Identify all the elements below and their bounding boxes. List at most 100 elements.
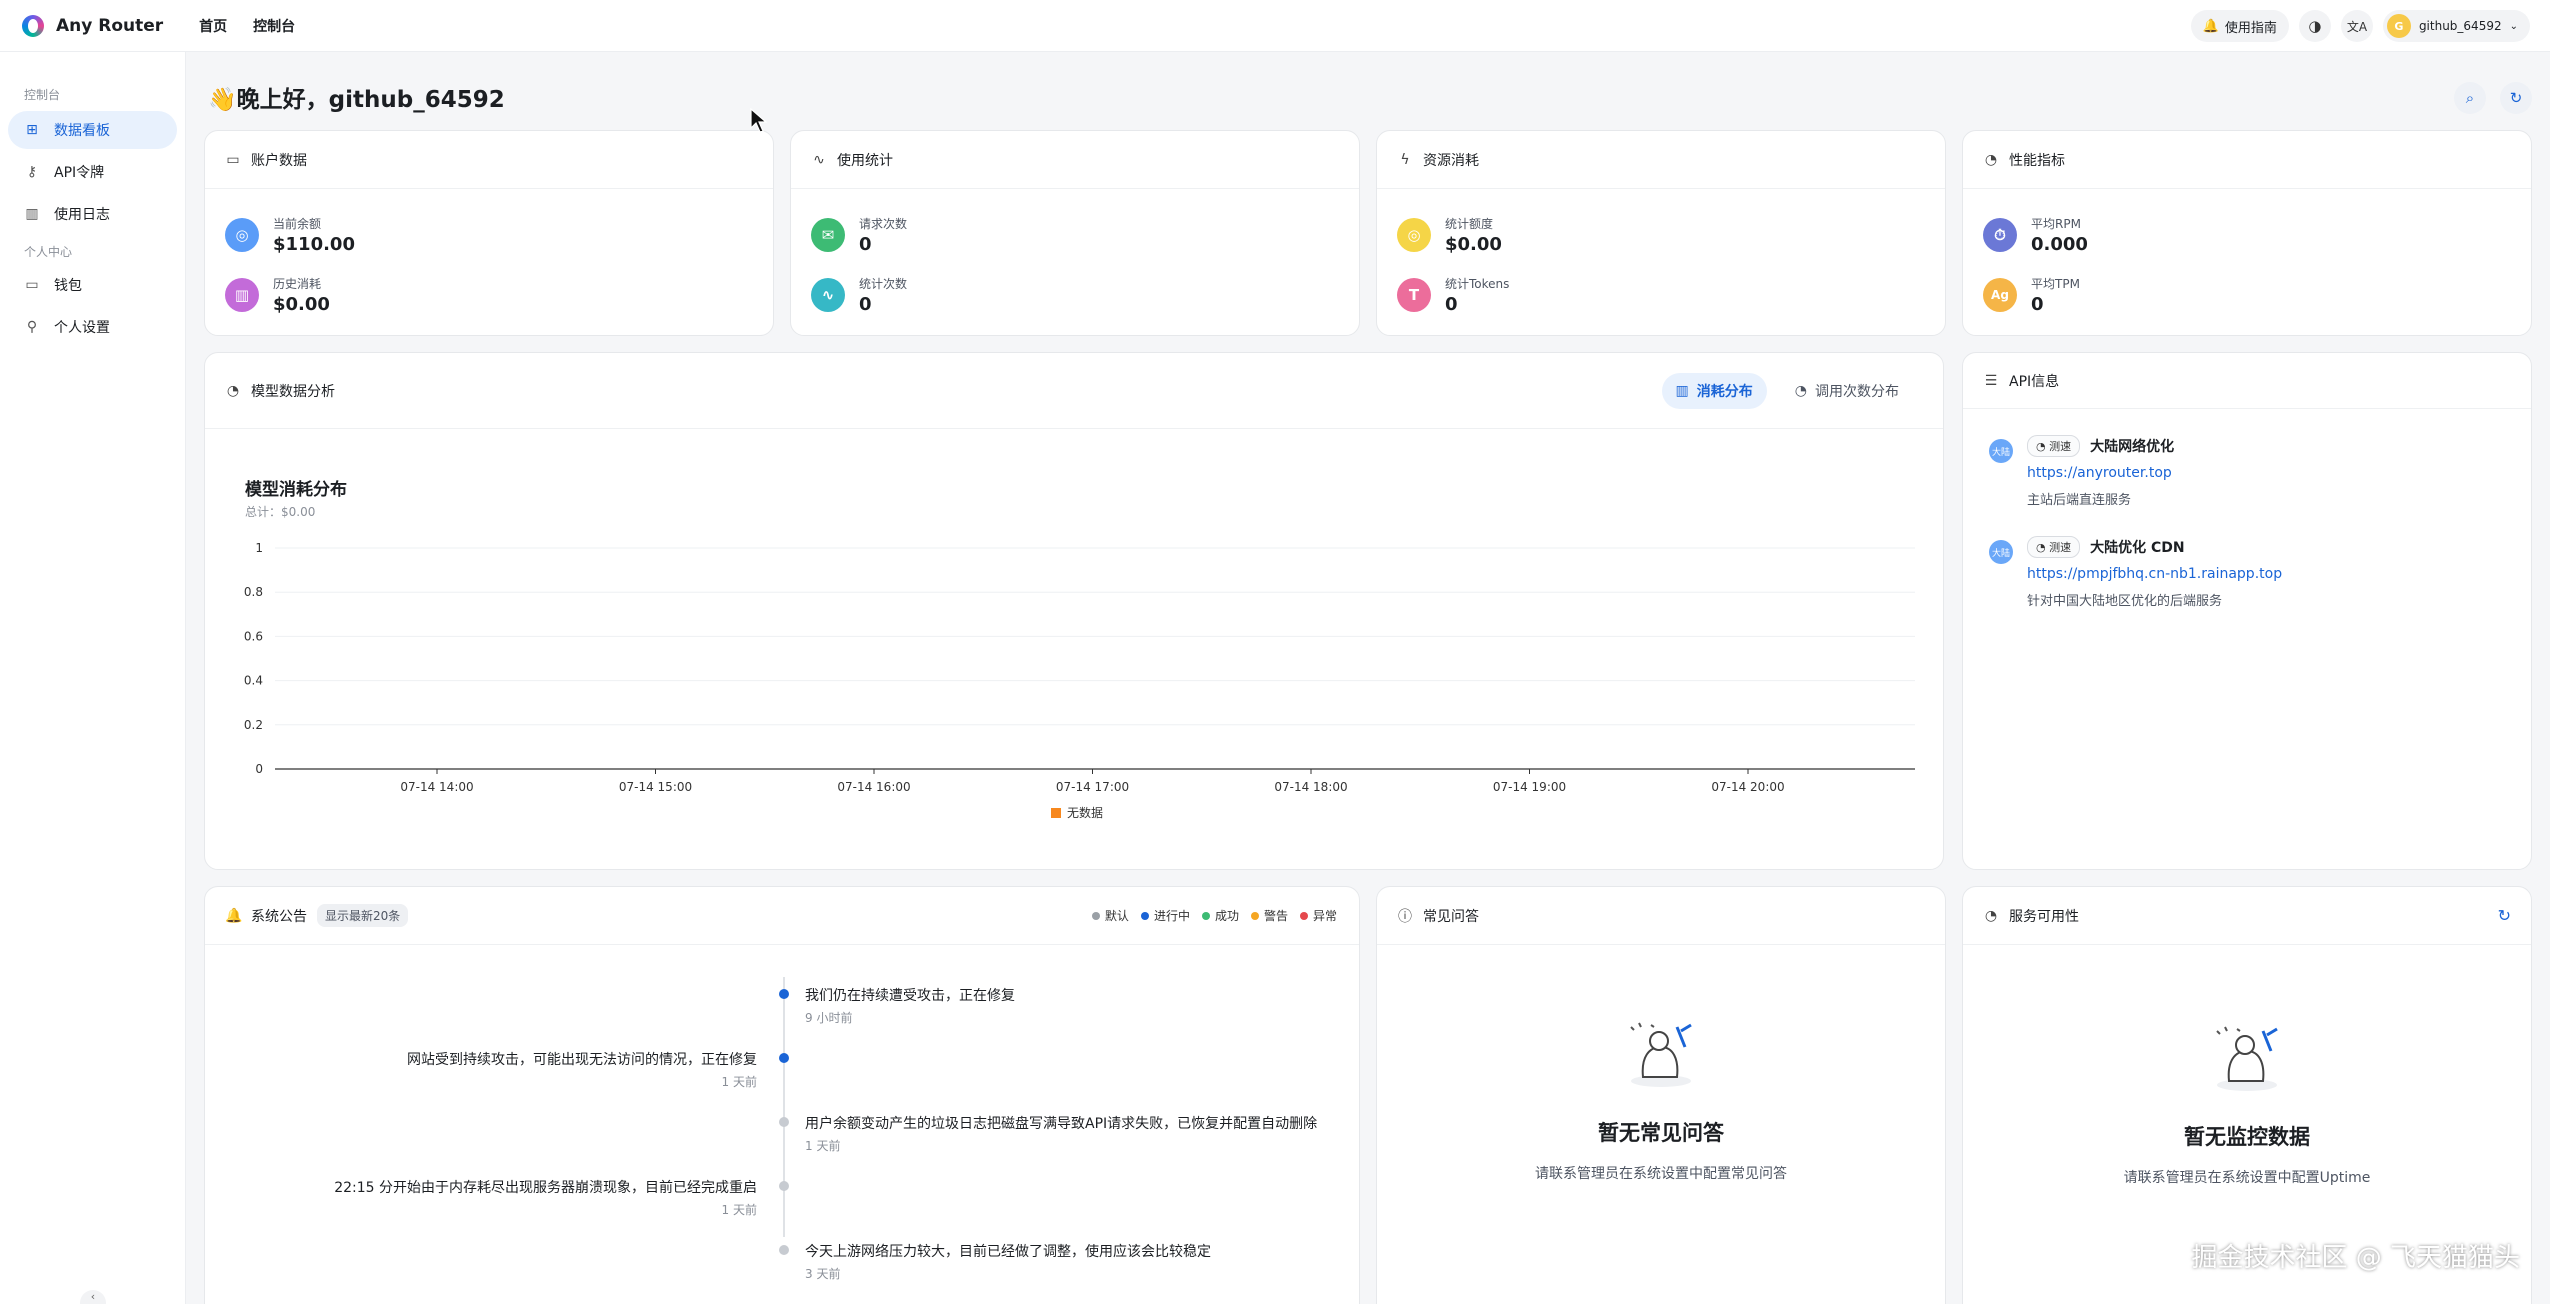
stat-value: $0.00 <box>273 294 330 315</box>
api-name: 大陆网络优化 <box>2090 439 2175 455</box>
bell-icon: 🔔 <box>2202 18 2219 34</box>
stat-value: $110.00 <box>273 234 355 255</box>
consumption-chart: 0 0.2 0.4 0.6 0.8 1 07-14 14:00 07-14 15:00 07-1… <box>244 541 1915 820</box>
chevron-left-icon: ‹ <box>90 1290 96 1303</box>
api-description: 针对中国大陆地区优化的后端服务 <box>2027 594 2223 609</box>
empty-illustration-icon <box>1630 1022 1692 1087</box>
x-tick-label: 07-14 20:00 <box>1711 780 1784 794</box>
greeting-actions: ⌕ ↻ <box>2454 82 2532 114</box>
card-header: ϟ 资源消耗 <box>1377 131 1945 189</box>
performance-card: ◔ 性能指标 ⏱ 平均RPM 0.000 Ag 平均TPM 0 <box>1962 130 2532 336</box>
language-button[interactable]: 文A <box>2340 10 2373 42</box>
y-tick-label: 0.6 <box>244 629 263 643</box>
legend-success: 成功 <box>1201 907 1239 924</box>
nav-console[interactable]: 控制台 <box>253 16 295 36</box>
y-tick-label: 1 <box>255 541 263 555</box>
sidebar-item-wallet[interactable]: ▭ 钱包 <box>8 266 177 304</box>
speed-label: 测速 <box>2049 440 2072 453</box>
activity-icon: ∿ <box>813 151 825 168</box>
stat-label: 统计次数 <box>859 277 908 291</box>
theme-toggle-button[interactable]: ◑ <box>2298 10 2331 42</box>
bar-chart-icon: ▥ <box>225 278 259 312</box>
faq-empty-state: 暂无常见问答 请联系管理员在系统设置中配置常见问答 <box>1377 1017 1945 1183</box>
api-url-link[interactable]: https://anyrouter.top <box>2027 465 2174 481</box>
mouse-cursor-icon <box>750 108 768 133</box>
stat-value: 0 <box>2031 294 2044 315</box>
legend-label: 无数据 <box>1067 805 1103 820</box>
greeting: 👋晚上好，github_64592 <box>208 87 505 113</box>
empty-subtitle: 请联系管理员在系统设置中配置常见问答 <box>1535 1166 1787 1182</box>
sidebar-section-personal: 个人中心 <box>24 245 73 259</box>
x-tick-label: 07-14 18:00 <box>1274 780 1347 794</box>
sidebar-item-api-token[interactable]: ⚷ API令牌 <box>8 153 177 191</box>
announcement-text: 今天上游网络压力较大，目前已经做了调整，使用应该会比较稳定 <box>805 1244 1211 1260</box>
card-title: 账户数据 <box>251 152 307 169</box>
stat-label: 历史消耗 <box>273 277 322 291</box>
stopwatch-icon: ⏱ <box>1983 218 2017 252</box>
x-tick-label: 07-14 19:00 <box>1493 780 1566 794</box>
username: github_64592 <box>2418 19 2502 33</box>
legend-default: 默认 <box>1091 907 1129 924</box>
sidebar-item-dashboard[interactable]: ⊞ 数据看板 <box>8 111 177 149</box>
stat-quota: ◎ 统计额度 $0.00 <box>1377 205 1945 265</box>
legend-in-progress: 进行中 <box>1140 907 1190 924</box>
stat-requests: ✉ 请求次数 0 <box>791 205 1359 265</box>
card-title: 系统公告 <box>251 908 307 925</box>
coin-icon: ◎ <box>225 218 259 252</box>
status-legend: 默认 进行中 成功 警告 异常 <box>1091 907 1337 924</box>
pulse-icon: ∿ <box>811 278 845 312</box>
guide-button[interactable]: 🔔 使用指南 <box>2190 10 2289 42</box>
refresh-icon: ↻ <box>2509 89 2523 107</box>
speed-test-button[interactable]: ◔ 测速 <box>2027 435 2081 457</box>
question-circle-icon: ⓘ <box>1398 908 1412 925</box>
nav-home[interactable]: 首页 <box>199 16 227 36</box>
announcement-text: 22:15 分开始由于内存耗尽出现服务器崩溃现象，目前已经完成重启 <box>334 1180 757 1196</box>
refresh-button[interactable]: ↻ <box>2500 82 2532 114</box>
sidebar-collapse-button[interactable]: ‹ <box>80 1290 106 1304</box>
search-button[interactable]: ⌕ <box>2454 82 2486 114</box>
server-icon: ☰ <box>1984 372 1998 389</box>
stat-rpm: ⏱ 平均RPM 0.000 <box>1963 205 2531 265</box>
sidebar-section-console: 控制台 <box>24 88 61 102</box>
gauge-icon: ◔ <box>1984 151 1998 168</box>
y-tick-label: 0.4 <box>244 674 263 688</box>
announcement-text: 我们仍在持续遭受攻击，正在修复 <box>805 988 1015 1004</box>
stat-tokens: T 统计Tokens 0 <box>1377 265 1945 325</box>
empty-title: 暂无监控数据 <box>2184 1125 2310 1149</box>
user-menu[interactable]: G github_64592 ⌄ <box>2382 10 2530 42</box>
sidebar-item-settings[interactable]: ⚲ 个人设置 <box>8 308 177 346</box>
legend-error: 异常 <box>1299 907 1337 924</box>
wallet-icon: ▭ <box>25 277 39 293</box>
timeline-dot <box>779 1181 789 1191</box>
search-icon: ⌕ <box>2465 89 2475 107</box>
account-card: ▭ 账户数据 ◎ 当前余额 $110.00 ▥ 历史消耗 $0.00 <box>204 130 774 336</box>
announcement-time: 1 天前 <box>805 1139 841 1153</box>
empty-illustration-icon <box>2216 1026 2278 1091</box>
brand[interactable]: Any Router <box>22 14 163 37</box>
stat-label: 当前余额 <box>273 217 322 231</box>
top-right-actions: 🔔 使用指南 ◑ 文A G github_64592 ⌄ <box>2190 0 2530 52</box>
announcement-time: 3 天前 <box>805 1267 841 1281</box>
card-title: 使用统计 <box>837 152 893 169</box>
top-bar: Any Router 首页 控制台 🔔 使用指南 ◑ 文A G github_6… <box>0 0 2550 52</box>
timeline-dot <box>779 1053 789 1063</box>
sidebar-item-usage-log[interactable]: ▥ 使用日志 <box>8 195 177 233</box>
stat-value: 0 <box>859 294 872 315</box>
refresh-icon[interactable]: ↻ <box>2498 906 2511 925</box>
uptime-empty-state: 暂无监控数据 请联系管理员在系统设置中配置Uptime <box>1963 1021 2531 1187</box>
api-name: 大陆优化 CDN <box>2090 540 2185 556</box>
gauge-icon: ◔ <box>1984 907 1998 924</box>
api-info-card: ☰ API信息 大陆 ◔ 测速 大陆网络优化 https://anyrouter… <box>1962 352 2532 870</box>
theme-icon: ◑ <box>2308 17 2322 35</box>
announcement-time: 1 天前 <box>721 1203 757 1217</box>
api-url-link[interactable]: https://pmpjfbhq.cn-nb1.rainapp.top <box>2027 566 2282 582</box>
card-header: ⓘ 常见问答 <box>1377 887 1945 945</box>
region-badge: 大陆 <box>1989 439 2013 463</box>
speed-label: 测速 <box>2049 541 2072 554</box>
stat-value: 0 <box>1445 294 1458 315</box>
watermark: 掘金技术社区 @ 飞天猫猫头 <box>2191 1243 2520 1273</box>
sidebar-item-label: 使用日志 <box>54 207 110 223</box>
speed-test-button[interactable]: ◔ 测速 <box>2027 536 2081 558</box>
empty-title: 暂无常见问答 <box>1598 1121 1724 1145</box>
resource-card: ϟ 资源消耗 ◎ 统计额度 $0.00 T 统计Tokens 0 <box>1376 130 1946 336</box>
